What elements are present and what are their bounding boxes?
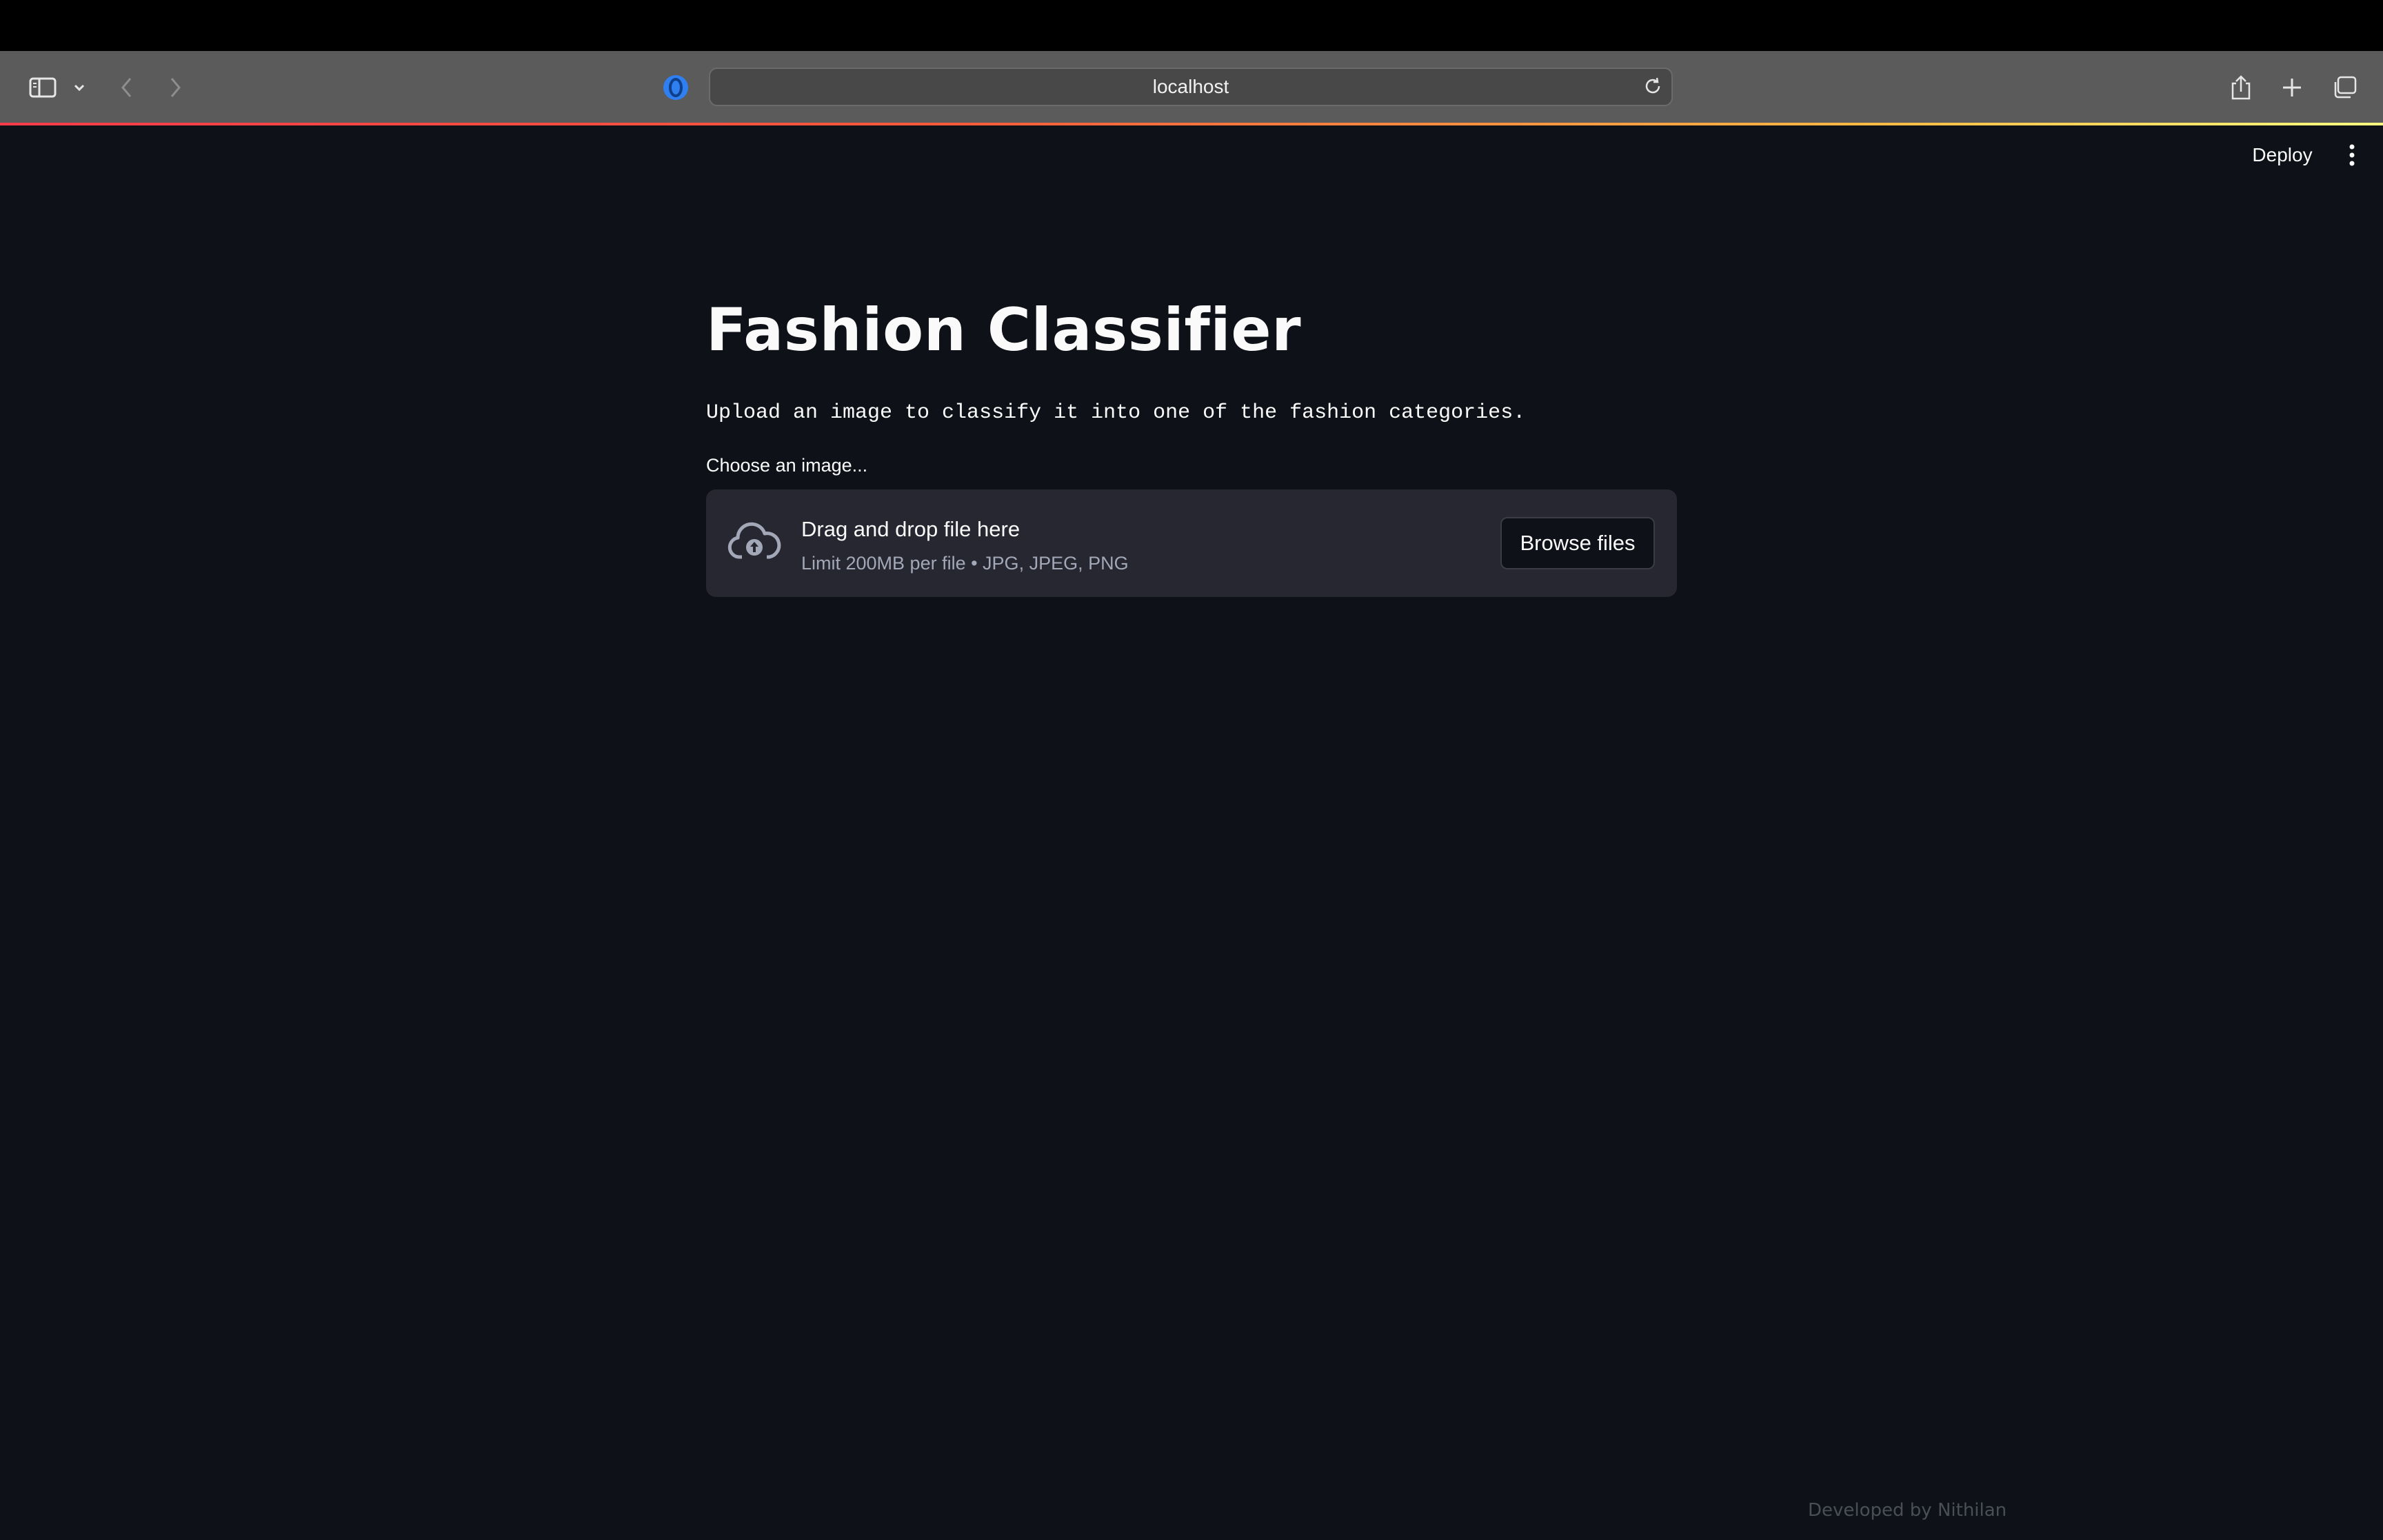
cloud-upload-icon [727,520,782,567]
address-text: localhost [1152,76,1229,97]
page-load-progress [0,123,2383,125]
footer-credit: Developed by Nithilan [1808,1500,2007,1521]
uploader-label: Choose an image... [706,455,868,476]
file-dropzone[interactable]: Drag and drop file here Limit 200MB per … [706,489,1677,597]
share-icon[interactable] [2227,51,2255,124]
back-arrow-icon[interactable] [114,51,139,124]
sidebar-icon[interactable] [25,51,61,124]
privacy-shield-icon[interactable] [661,51,691,124]
browser-toolbar: localhost [0,51,2383,124]
deploy-button[interactable]: Deploy [2234,141,2331,169]
address-bar[interactable]: localhost [709,68,1673,106]
page-title: Fashion Classifier [706,296,1301,365]
system-top-bar [0,0,2383,51]
chevron-down-icon[interactable] [69,51,90,124]
tabs-overview-icon[interactable] [2329,51,2360,124]
forward-arrow-icon[interactable] [163,51,188,124]
plus-icon[interactable] [2278,51,2306,124]
browse-files-button[interactable]: Browse files [1500,517,1655,569]
dropzone-instructions: Drag and drop file here [801,517,1020,541]
kebab-menu-icon[interactable] [2343,141,2361,169]
reload-icon[interactable] [1642,76,1663,101]
dropzone-limit: Limit 200MB per file • JPG, JPEG, PNG [801,553,1129,574]
page-description: Upload an image to classify it into one … [706,401,1526,425]
